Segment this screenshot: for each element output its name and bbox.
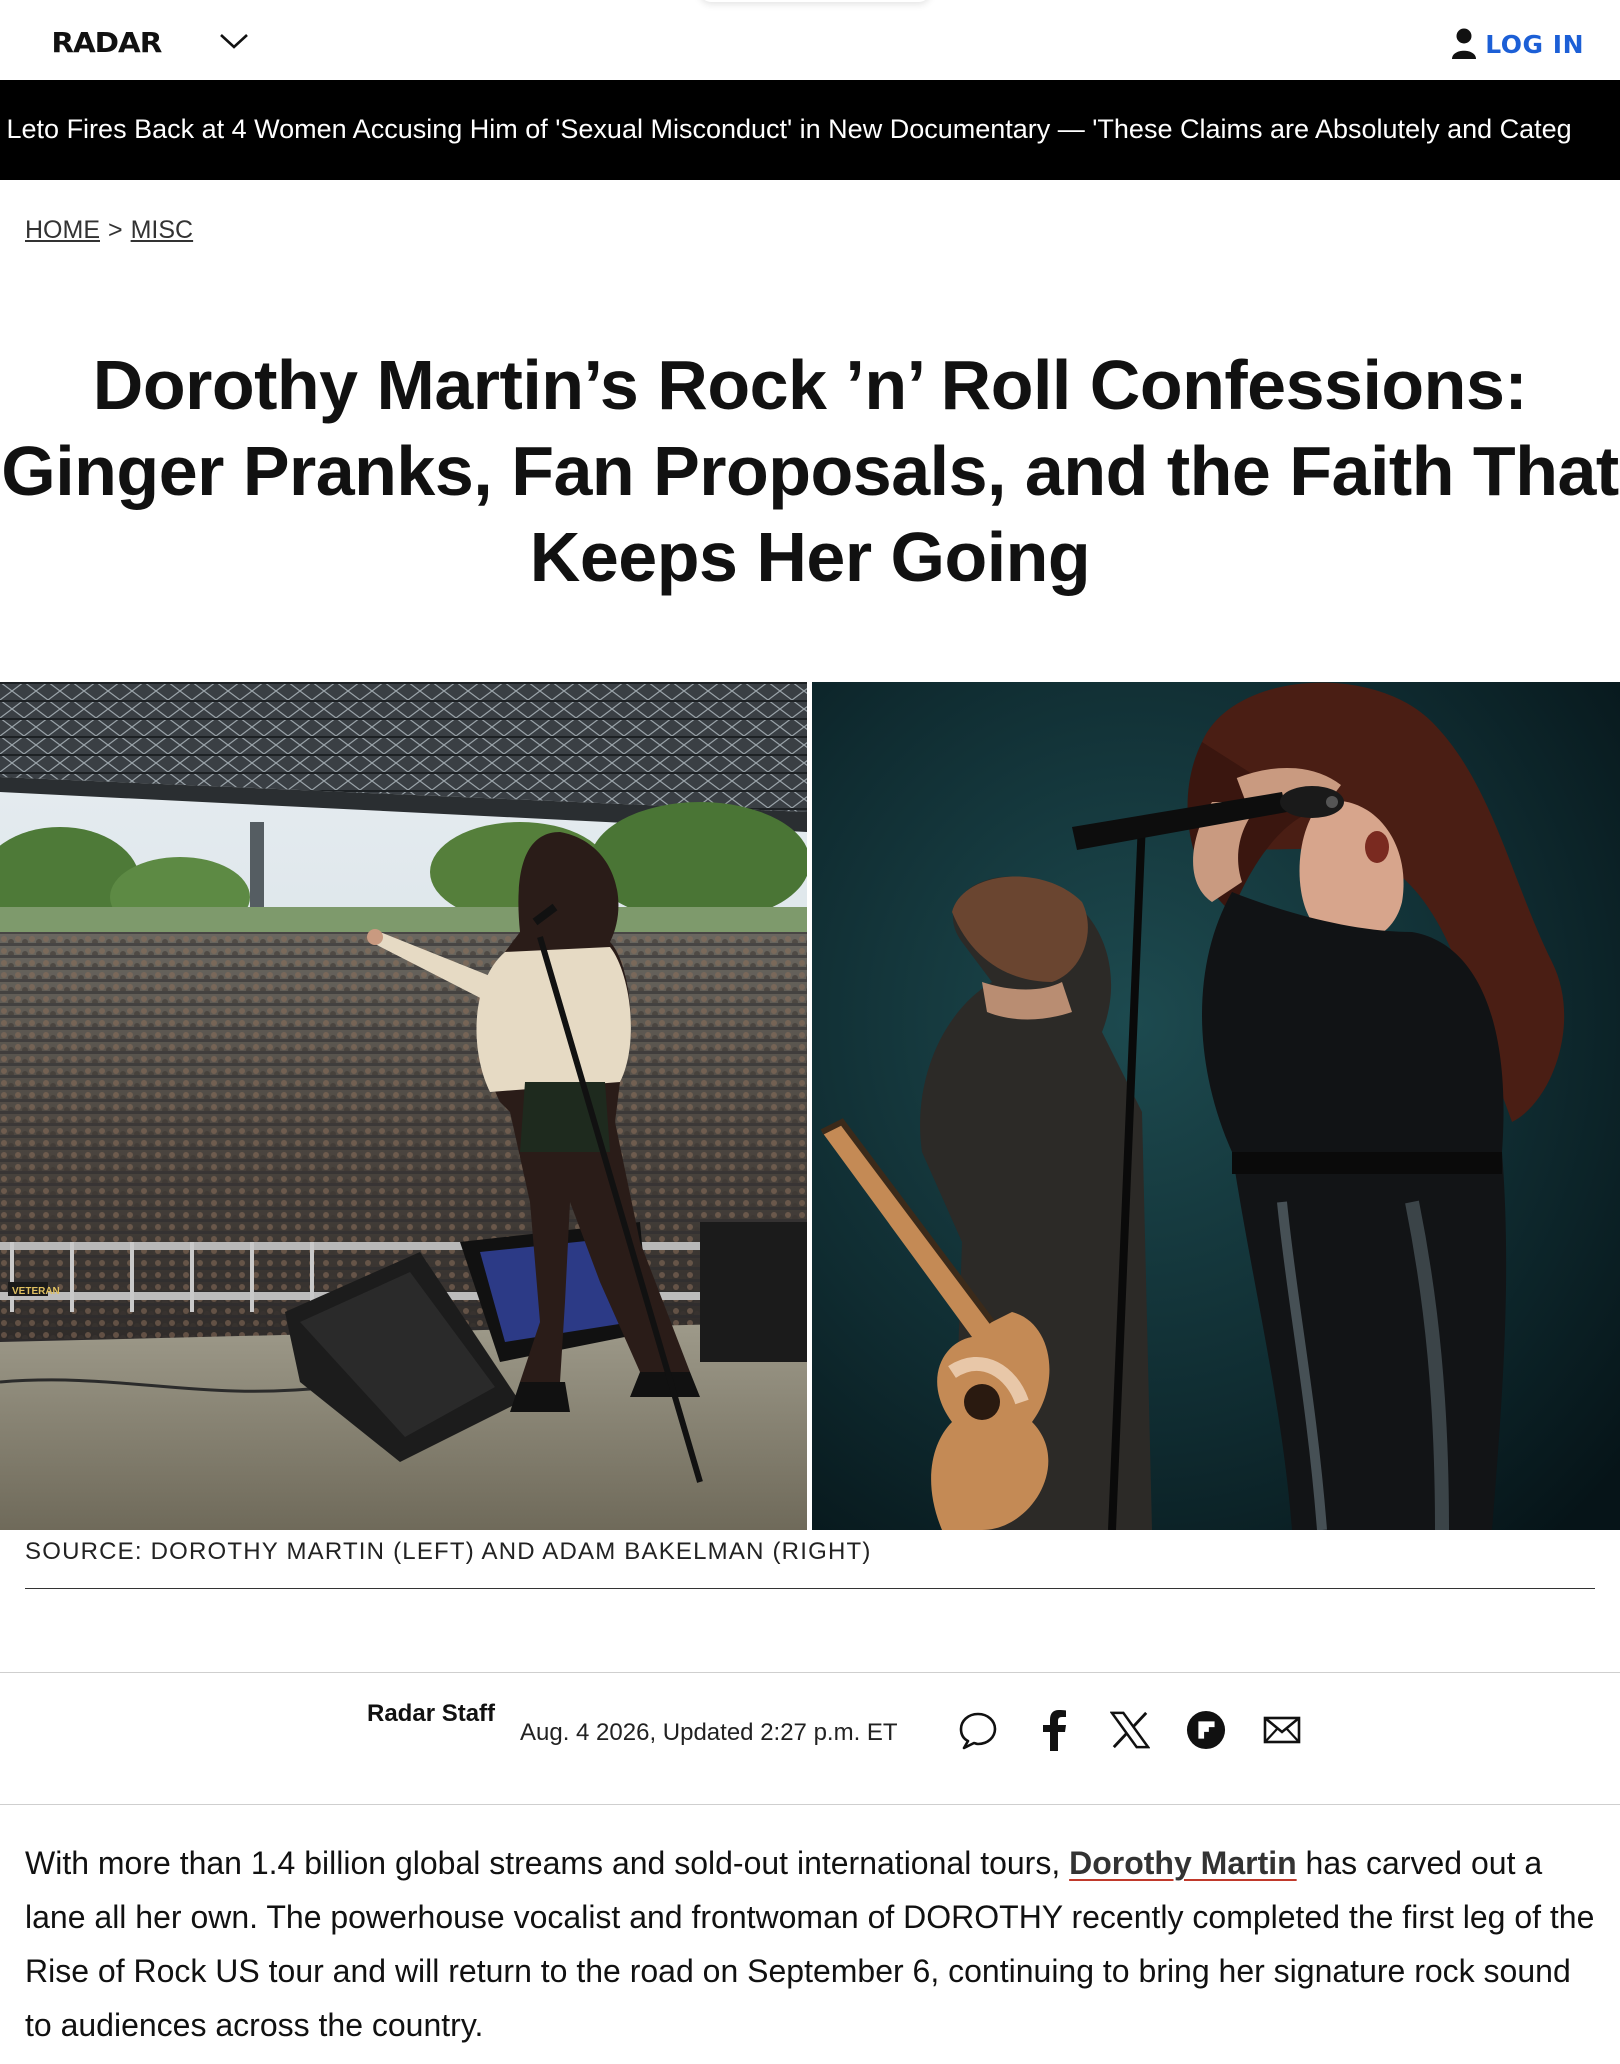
news-ticker[interactable]: d Leto Fires Back at 4 Women Accusing Hi…: [0, 80, 1620, 180]
facebook-icon[interactable]: [1034, 1708, 1074, 1752]
article-body-paragraph: With more than 1.4 billion global stream…: [25, 1836, 1595, 2052]
caption-rule: [25, 1588, 1595, 1589]
publish-date: Aug. 4 2026, Updated 2:27 p.m. ET: [520, 1719, 898, 1746]
login-label: LOG IN: [1485, 29, 1584, 59]
breadcrumb: HOME > MISC: [25, 216, 193, 245]
top-pill: [700, 0, 930, 2]
breadcrumb-home[interactable]: HOME: [25, 216, 100, 244]
chevron-down-icon[interactable]: [218, 30, 250, 52]
breadcrumb-misc[interactable]: MISC: [131, 216, 194, 244]
image-caption: SOURCE: DOROTHY MARTIN (LEFT) AND ADAM B…: [25, 1538, 872, 1565]
dorothy-martin-link[interactable]: Dorothy Martin: [1069, 1845, 1297, 1881]
login-button[interactable]: LOG IN: [1451, 28, 1584, 60]
body-text-start: With more than 1.4 billion global stream…: [25, 1845, 1070, 1881]
x-icon[interactable]: [1110, 1708, 1150, 1752]
ticker-text[interactable]: d Leto Fires Back at 4 Women Accusing Hi…: [0, 114, 1572, 145]
share-bar: [958, 1708, 1302, 1752]
veteran-shirt-text: VETERAN: [12, 1286, 60, 1297]
flipboard-icon[interactable]: [1186, 1708, 1226, 1752]
breadcrumb-separator: >: [108, 216, 123, 244]
stage-performance-photo: [812, 682, 1620, 1530]
email-icon[interactable]: [1262, 1708, 1302, 1752]
article-title: Dorothy Martin’s Rock ’n’ Roll Confessio…: [1, 346, 1619, 596]
radar-logo[interactable]: RADAR: [51, 26, 162, 59]
author-name[interactable]: Radar Staff: [367, 1700, 495, 1728]
byline-top-rule: [0, 1672, 1620, 1673]
byline-bottom-rule: [0, 1804, 1620, 1805]
top-nav: RADAR LOG IN: [0, 0, 1620, 80]
user-icon: [1452, 28, 1477, 59]
comment-icon[interactable]: [958, 1708, 998, 1752]
concert-crowd-photo: VETERAN: [0, 682, 807, 1530]
hero-images: VETERAN: [0, 682, 1620, 1530]
